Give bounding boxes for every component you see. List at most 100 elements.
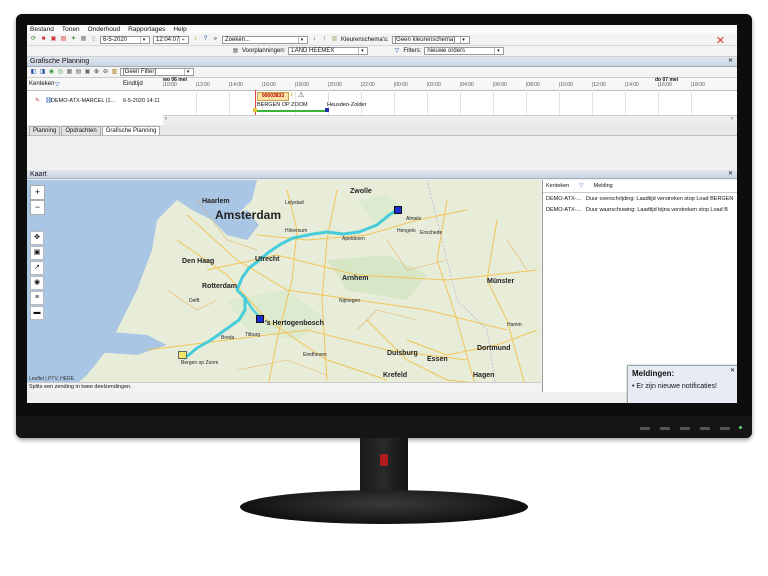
- notification-row[interactable]: DEMO-ATX-... Duur waarschuwing: Laadtijd…: [543, 204, 737, 215]
- gantt-scrollbar[interactable]: ‹ ›: [163, 115, 737, 125]
- truck-icon[interactable]: ▬: [30, 306, 44, 320]
- start-marker: [253, 108, 257, 112]
- toast-text: • Er zijn nieuwe notificaties!: [632, 383, 717, 390]
- end-marker: [325, 108, 329, 112]
- save-icon[interactable]: ▣: [30, 246, 44, 260]
- row-end: 6-5-2020 14:11: [123, 98, 160, 104]
- bell-icon[interactable]: ♪: [192, 36, 199, 43]
- filter-icon[interactable]: ▽: [55, 81, 60, 88]
- tick-label: |14:00: [625, 82, 639, 88]
- city-label: Dortmund: [477, 345, 511, 352]
- tick-label: |10:00: [559, 82, 573, 88]
- close-icon[interactable]: ✕: [716, 36, 725, 47]
- truck-icon[interactable]: ◧: [30, 69, 37, 76]
- group-icon[interactable]: ◎: [57, 69, 64, 76]
- wand-icon[interactable]: ✦: [70, 36, 77, 43]
- city-label: Delft: [189, 298, 200, 304]
- grid-icon[interactable]: ▦: [66, 69, 73, 76]
- menu-onderhoud[interactable]: Onderhoud: [88, 26, 121, 33]
- tick-label: |00:00: [394, 82, 408, 88]
- document-icon[interactable]: ▯: [90, 36, 97, 43]
- zoom-out-button[interactable]: −: [30, 200, 45, 215]
- col-vehicle[interactable]: Kenteken: [29, 81, 54, 87]
- end-pin[interactable]: [394, 206, 402, 214]
- chevron-down-icon[interactable]: ▾: [184, 69, 191, 75]
- city-label: Bergen op Zoom: [181, 360, 219, 366]
- stepper-icon[interactable]: ÷: [179, 36, 186, 43]
- col-end[interactable]: Eindtijd: [123, 81, 143, 87]
- zoom-in-icon[interactable]: ⊕: [93, 69, 100, 76]
- stop-pin[interactable]: [256, 315, 264, 323]
- tick-label: |20:00: [328, 82, 342, 88]
- tab-planning[interactable]: Planning: [29, 126, 61, 135]
- chevron-down-icon[interactable]: ▾: [298, 36, 305, 43]
- truck-icon[interactable]: ■: [40, 36, 47, 43]
- chevron-down-icon[interactable]: ▾: [494, 48, 501, 54]
- help-icon[interactable]: ?: [202, 36, 209, 43]
- col-message[interactable]: Melding: [593, 183, 612, 189]
- filter-icon[interactable]: ▽: [579, 183, 583, 189]
- map-canvas: [27, 180, 541, 392]
- chevron-down-icon[interactable]: ▾: [140, 36, 147, 43]
- planning-filter-select[interactable]: [Geen Filter] ▾: [120, 68, 194, 76]
- col-vehicle[interactable]: Kenteken: [546, 183, 569, 189]
- city-label: Apeldoorn: [342, 236, 365, 242]
- power-led: [739, 426, 742, 429]
- notifications-panel: Kenteken ▽ Melding DEMO-ATX-... Duur ove…: [542, 180, 737, 392]
- map-view[interactable]: + − ✥ ▣ ↗ ◉ ≡ ▬ Amsterdam Den Haag Utrec…: [27, 180, 541, 392]
- route-icon[interactable]: ↗: [30, 261, 44, 275]
- search-input[interactable]: Zoeken... ▾: [222, 35, 308, 44]
- route-icon[interactable]: ◨: [39, 69, 46, 76]
- grafische-planning-title: Grafische Planning ✕: [27, 57, 737, 67]
- panel-close-icon[interactable]: ✕: [728, 170, 733, 179]
- city-label: Breda: [221, 335, 235, 341]
- monitor-stand-base: [240, 490, 528, 524]
- refresh-icon[interactable]: ⟳: [30, 36, 37, 43]
- paste-icon[interactable]: ▣: [84, 69, 91, 76]
- layers-icon[interactable]: ≡: [30, 291, 44, 305]
- print-icon[interactable]: ▦: [80, 36, 87, 43]
- arrow-up-icon[interactable]: ↑: [321, 36, 328, 43]
- filter-icon[interactable]: ▥: [111, 69, 118, 76]
- copy-icon[interactable]: ▤: [75, 69, 82, 76]
- start-pin[interactable]: [178, 351, 187, 359]
- zoom-out-icon[interactable]: ⊖: [102, 69, 109, 76]
- color-scheme-select[interactable]: [Geen kleurenschema] ▾: [391, 35, 470, 44]
- menu-tonen[interactable]: Tonen: [62, 26, 80, 33]
- city-label: Duisburg: [387, 350, 418, 357]
- app-window: Bestand Tonen Onderhoud Rapportages Help…: [27, 25, 737, 403]
- person-icon[interactable]: ◉: [48, 69, 55, 76]
- notification-toast[interactable]: Meldingen: ✕ • Er zijn nieuwe notificati…: [627, 365, 737, 403]
- city-label: Münster: [487, 278, 515, 285]
- chevron-down-icon[interactable]: ▾: [358, 48, 365, 54]
- menu-bestand[interactable]: Bestand: [30, 26, 54, 33]
- tab-opdrachten[interactable]: Opdrachten: [61, 126, 101, 135]
- scroll-left-icon[interactable]: ‹: [165, 116, 167, 122]
- order-block[interactable]: 00003833: [257, 92, 289, 101]
- panel-close-icon[interactable]: ✕: [728, 57, 733, 66]
- close-icon[interactable]: ✕: [730, 367, 735, 374]
- tab-grafische-planning[interactable]: Grafische Planning: [101, 126, 161, 135]
- split-icon[interactable]: ▣: [50, 36, 57, 43]
- presets-select[interactable]: LAND HEEMEX ▾: [288, 47, 369, 55]
- date-field[interactable]: 6-5-2020 ▾: [100, 35, 150, 44]
- chevron-down-icon[interactable]: ▾: [459, 36, 467, 43]
- calendar-icon: ▦: [232, 47, 239, 54]
- merge-icon[interactable]: ▤: [60, 36, 67, 43]
- tick-label: |06:00: [493, 82, 507, 88]
- move-icon[interactable]: ✥: [30, 231, 44, 245]
- gantt-row[interactable]: ✎ ⛓ DEMO-ATX-MARCEL (1... 6-5-2020 14:11…: [27, 90, 737, 114]
- time-field[interactable]: 12:04:07 ÷: [153, 35, 189, 44]
- alert-icon: ⚠: [298, 92, 305, 99]
- arrow-down-icon[interactable]: ↓: [311, 36, 318, 43]
- scroll-right-icon[interactable]: ›: [731, 116, 733, 122]
- menu-rapportages[interactable]: Rapportages: [128, 26, 165, 33]
- notification-row[interactable]: DEMO-ATX-... Duur overschrijding: Laadti…: [543, 193, 737, 204]
- palette-icon: ▥: [331, 36, 338, 42]
- binoculars-icon[interactable]: ◉: [30, 276, 44, 290]
- presets-label: Voorplanningen:: [242, 48, 286, 54]
- zoom-in-button[interactable]: +: [30, 185, 45, 200]
- filters-select[interactable]: nieuwe orders ▾: [424, 47, 505, 55]
- menu-help[interactable]: Help: [173, 26, 186, 33]
- city-label: Nijmegen: [339, 298, 361, 304]
